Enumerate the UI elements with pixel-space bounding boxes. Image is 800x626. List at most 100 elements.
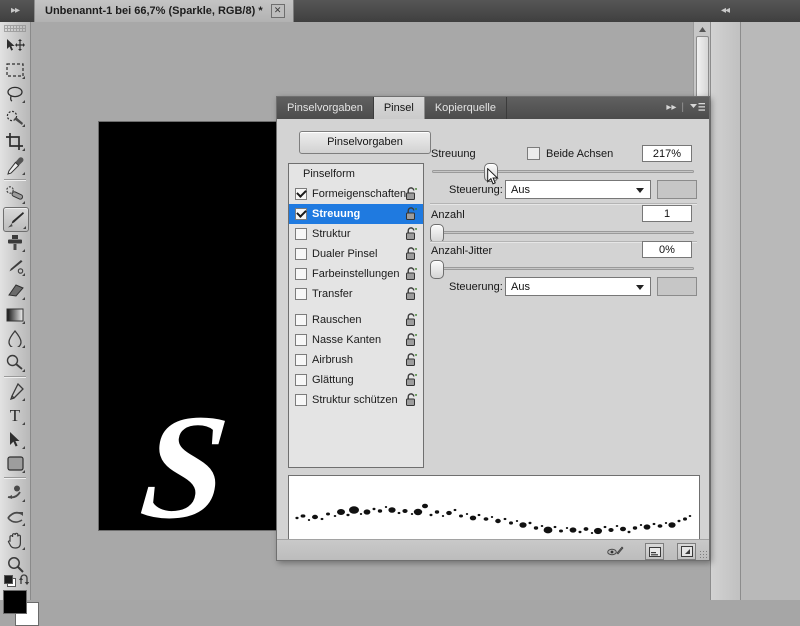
tool-expand-corner-icon	[22, 470, 25, 473]
checkbox-struktur[interactable]	[295, 228, 307, 240]
checkbox-rauschen[interactable]	[295, 314, 307, 326]
resize-grip[interactable]	[699, 550, 707, 558]
swap-colors-icon[interactable]	[19, 574, 31, 589]
lock-icon[interactable]	[405, 267, 418, 284]
color-swatches[interactable]	[3, 590, 39, 626]
quick-selection-tool[interactable]	[3, 106, 27, 129]
document-tab[interactable]: Unbenannt-1 bei 66,7% (Sparkle, RGB/8) *…	[34, 0, 294, 22]
count-jitter-input[interactable]: 0%	[642, 241, 692, 258]
tool-expand-corner-icon	[23, 226, 26, 229]
history-brush-tool[interactable]	[3, 255, 27, 278]
list-header-pinselform[interactable]: Pinselform	[289, 164, 423, 184]
tab-pinsel[interactable]: Pinsel	[373, 97, 425, 119]
list-item-rauschen[interactable]: Rauschen	[289, 310, 423, 330]
list-item-label: Transfer	[312, 288, 353, 300]
new-brush-icon[interactable]	[677, 543, 696, 560]
count-label: Anzahl	[431, 209, 465, 221]
rectangular-marquee-tool[interactable]	[3, 58, 27, 81]
eye-brush-icon[interactable]	[607, 543, 624, 558]
lasso-tool[interactable]	[3, 82, 27, 105]
scatter-slider-track[interactable]	[432, 170, 694, 173]
lock-icon[interactable]	[405, 207, 418, 224]
lock-icon[interactable]	[405, 353, 418, 370]
dodge-tool[interactable]	[3, 351, 27, 374]
new-preset-icon[interactable]	[645, 543, 664, 560]
lock-icon[interactable]	[405, 333, 418, 350]
expand-panel-icon[interactable]: ▸▸	[666, 102, 676, 113]
default-colors-icon[interactable]	[4, 575, 16, 587]
tools-panel-grip[interactable]	[4, 25, 26, 32]
scroll-up-icon[interactable]	[697, 24, 707, 34]
count-jitter-slider-track[interactable]	[432, 267, 694, 270]
shape-tool[interactable]	[3, 452, 27, 475]
type-tool[interactable]: T	[3, 404, 27, 427]
brush-presets-button[interactable]: Pinselvorgaben	[299, 131, 431, 154]
toolbar-divider	[4, 477, 26, 479]
collapse-left-icon[interactable]: ▸▸	[4, 4, 26, 18]
rotate-view-tool[interactable]	[3, 481, 27, 504]
tools-panel: T	[0, 22, 39, 626]
checkbox-formeigenschaften[interactable]	[295, 188, 307, 200]
zoom-tool[interactable]	[3, 553, 27, 576]
checkbox-transfer[interactable]	[295, 288, 307, 300]
canvas-document[interactable]: S	[99, 122, 285, 550]
checkbox-dualer-pinsel[interactable]	[295, 248, 307, 260]
list-item-airbrush[interactable]: Airbrush	[289, 350, 423, 370]
checkbox-streuung[interactable]	[295, 208, 307, 220]
lock-icon[interactable]	[405, 187, 418, 204]
hand-tool[interactable]	[3, 529, 27, 552]
lock-icon[interactable]	[405, 227, 418, 244]
eraser-tool[interactable]	[3, 279, 27, 302]
move-tool[interactable]	[3, 34, 27, 57]
brush-panel[interactable]: Pinselvorgaben Pinsel Kopierquelle ▸▸ | …	[276, 96, 710, 561]
lock-icon[interactable]	[405, 373, 418, 390]
panel-menu-icon[interactable]	[689, 100, 705, 114]
scatter-control-select[interactable]: Aus	[505, 180, 651, 199]
list-item-glaettung[interactable]: Glättung	[289, 370, 423, 390]
healing-brush-tool[interactable]	[3, 183, 27, 206]
count-jitter-slider-knob[interactable]	[430, 260, 444, 279]
tab-kopierquelle[interactable]: Kopierquelle	[425, 97, 507, 119]
list-item-struktur[interactable]: Struktur	[289, 224, 423, 244]
gradient-tool[interactable]	[3, 303, 27, 326]
clone-stamp-tool[interactable]	[3, 231, 27, 254]
count-control-label: Steuerung:	[449, 281, 503, 293]
close-icon[interactable]: ✕	[270, 4, 285, 18]
list-item-struktur-schuetzen[interactable]: Struktur schützen	[289, 390, 423, 410]
document-tab-label: Unbenannt-1 bei 66,7% (Sparkle, RGB/8) *	[45, 5, 263, 17]
panel-rail	[710, 22, 742, 600]
checkbox-glaettung[interactable]	[295, 374, 307, 386]
crop-tool[interactable]	[3, 130, 27, 153]
list-item-label: Airbrush	[312, 354, 353, 366]
checkbox-struktur-schuetzen[interactable]	[295, 394, 307, 406]
list-item-dualer-pinsel[interactable]: Dualer Pinsel	[289, 244, 423, 264]
collapse-right-icon[interactable]: ◂◂	[710, 0, 740, 22]
blur-tool[interactable]	[3, 327, 27, 350]
lock-icon[interactable]	[405, 313, 418, 330]
list-item-transfer[interactable]: Transfer	[289, 284, 423, 304]
brush-tool[interactable]	[3, 207, 29, 232]
tab-pinselvorgaben[interactable]: Pinselvorgaben	[277, 97, 374, 119]
list-item-streuung[interactable]: Streuung	[289, 204, 423, 224]
list-item-formeigenschaften[interactable]: Formeigenschaften	[289, 184, 423, 204]
foreground-color-swatch[interactable]	[3, 590, 27, 614]
checkbox-nasse-kanten[interactable]	[295, 334, 307, 346]
checkbox-airbrush[interactable]	[295, 354, 307, 366]
scatter-value-input[interactable]: 217%	[642, 145, 692, 162]
pen-tool[interactable]	[3, 380, 27, 403]
lock-icon[interactable]	[405, 393, 418, 410]
list-item-nasse-kanten[interactable]: Nasse Kanten	[289, 330, 423, 350]
lock-icon[interactable]	[405, 247, 418, 264]
lock-icon[interactable]	[405, 287, 418, 304]
brush-options-list[interactable]: Pinselform Formeigenschaften Streuung St…	[288, 163, 424, 468]
both-axes-checkbox-row[interactable]: Beide Achsen	[527, 147, 613, 160]
eyedropper-tool[interactable]	[3, 154, 27, 177]
list-item-farbeinstellungen[interactable]: Farbeinstellungen	[289, 264, 423, 284]
path-selection-tool[interactable]	[3, 428, 27, 451]
checkbox-farbeinstellungen[interactable]	[295, 268, 307, 280]
count-slider-track[interactable]	[432, 231, 694, 234]
3d-orbit-tool[interactable]	[3, 505, 27, 528]
count-control-select[interactable]: Aus	[505, 277, 651, 296]
checkbox-beide-achsen[interactable]	[527, 147, 540, 160]
count-value-input[interactable]: 1	[642, 205, 692, 222]
